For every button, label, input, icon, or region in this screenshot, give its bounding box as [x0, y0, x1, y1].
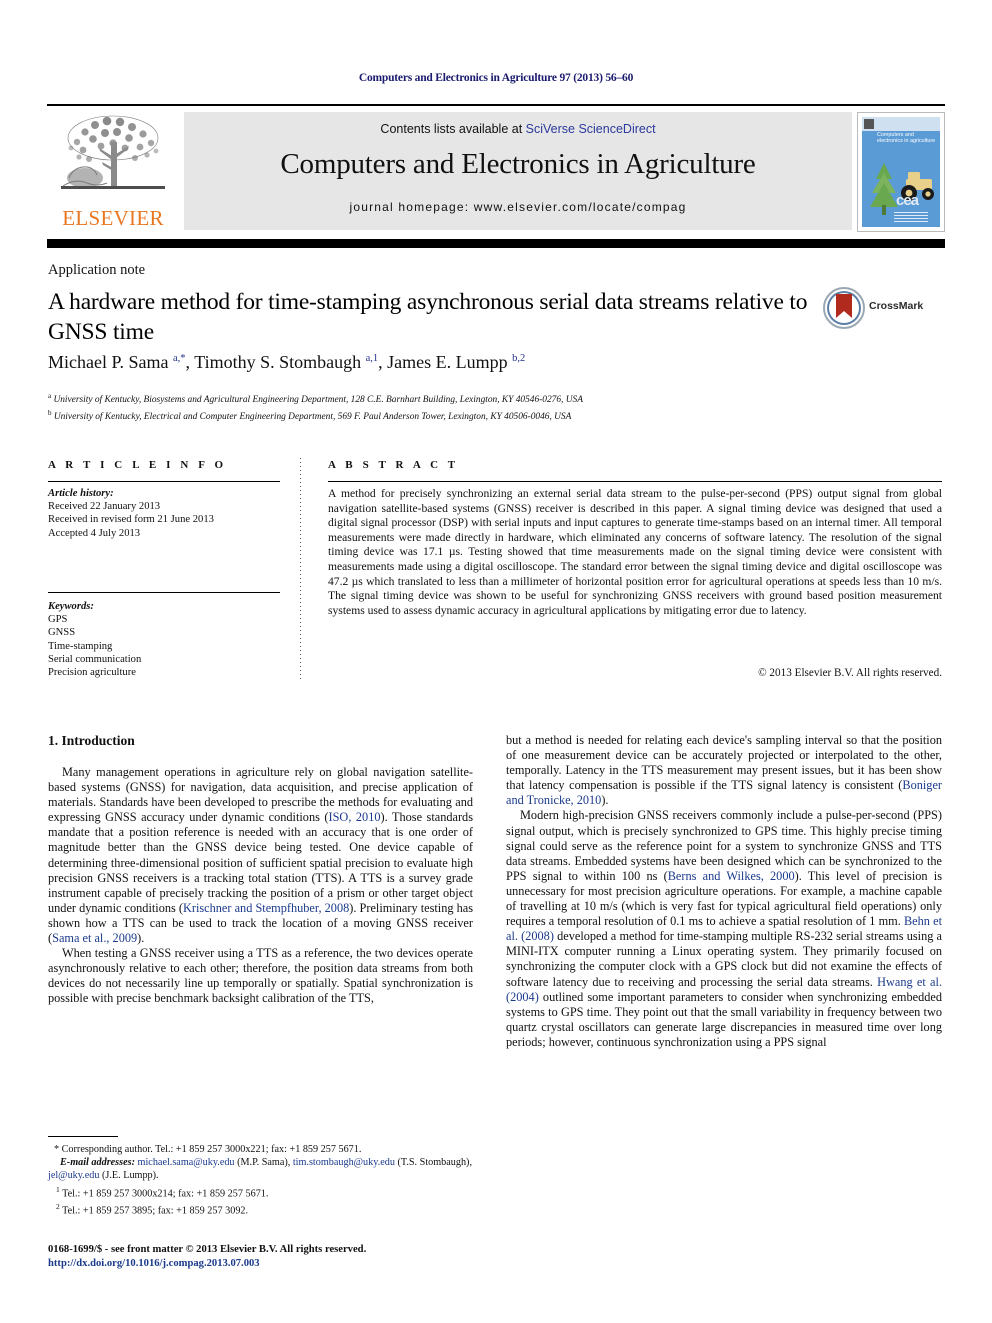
- email-owner-stombaugh: (T.S. Stombaugh): [397, 1157, 470, 1169]
- page-title: A hardware method for time-stamping asyn…: [48, 289, 808, 345]
- section-heading-introduction: 1. Introduction: [48, 733, 135, 748]
- paper-page: Computers and Electronics in Agriculture…: [0, 0, 992, 1323]
- journal-masthead: ELSEVIER Contents lists available at Sci…: [47, 104, 945, 232]
- footnote-note-2-text: Tel.: +1 859 257 3895; fax: +1 859 257 3…: [62, 1205, 249, 1217]
- journal-title: Computers and Electronics in Agriculture: [280, 148, 756, 180]
- footnote-rule: [48, 1136, 118, 1137]
- footnote-corresponding-author: * Corresponding author. Tel.: +1 859 257…: [54, 1144, 362, 1155]
- body-column-left: Many management operations in agricultur…: [48, 765, 473, 1007]
- article-history-label: Article history:: [48, 488, 114, 499]
- keyword-item: Time-stamping: [48, 640, 113, 652]
- author-list: Michael P. Sama a,*, Timothy S. Stombaug…: [48, 352, 526, 372]
- paragraph: Modern high-precision GNSS receivers com…: [506, 808, 942, 1049]
- abstract-heading: A B S T R A C T: [328, 459, 459, 471]
- keyword-item: Precision agriculture: [48, 667, 136, 679]
- footnote-block: * Corresponding author. Tel.: +1 859 257…: [48, 1143, 478, 1218]
- article-history-received: Received 22 January 2013: [48, 501, 161, 513]
- article-info-rule: [48, 481, 280, 482]
- crossmark-label: CrossMark: [869, 300, 924, 312]
- doi-link[interactable]: http://dx.doi.org/10.1016/j.compag.2013.…: [48, 1257, 548, 1271]
- contents-available-line: Contents lists available at SciVerse Sci…: [184, 122, 852, 136]
- abstract-text: A method for precisely synchronizing an …: [328, 487, 942, 617]
- keywords-block: Keywords: GPS GNSS Time-stamping Serial …: [48, 600, 280, 679]
- crossmark-icon[interactable]: [823, 287, 865, 329]
- email-owner-sama: (M.P. Sama): [237, 1157, 288, 1169]
- paragraph: Many management operations in agricultur…: [48, 765, 473, 946]
- affiliation-list: a University of Kentucky, Biosystems and…: [48, 390, 838, 423]
- abstract-copyright: © 2013 Elsevier B.V. All rights reserved…: [758, 667, 942, 679]
- footnote-note-1-text: Tel.: +1 859 257 3000x214; fax: +1 859 2…: [62, 1188, 269, 1199]
- email-link-stombaugh[interactable]: tim.stombaugh@uky.edu: [293, 1157, 395, 1168]
- footnote-marker-2: 2: [56, 1202, 60, 1212]
- masthead-bottom-bar: [47, 239, 945, 248]
- email-link-sama[interactable]: michael.sama@uky.edu: [138, 1157, 235, 1168]
- cover-barcode-lines: [894, 212, 928, 224]
- email-link-lumpp[interactable]: jel@uky.edu: [48, 1170, 99, 1181]
- article-history-revised: Received in revised form 21 June 2013: [48, 514, 214, 526]
- journal-homepage-link[interactable]: journal homepage: www.elsevier.com/locat…: [184, 200, 852, 214]
- email-addresses-label: E-mail addresses:: [60, 1157, 135, 1169]
- masthead-panel: Contents lists available at SciVerse Sci…: [184, 112, 852, 230]
- journal-cover-thumbnail[interactable]: Computers and electronics in agriculture…: [857, 112, 945, 232]
- elsevier-logo: ELSEVIER: [49, 112, 177, 230]
- masthead-top-rule: [47, 104, 945, 106]
- article-history-block: Article history: Received 22 January 201…: [48, 487, 280, 540]
- crossmark-badge-group[interactable]: CrossMark: [823, 287, 931, 331]
- paragraph: but a method is needed for relating each…: [506, 733, 942, 808]
- contents-prefix: Contents lists available at: [380, 122, 526, 136]
- email-owner-lumpp: (J.E. Lumpp): [102, 1170, 157, 1182]
- paragraph: When testing a GNSS receiver using a TTS…: [48, 946, 473, 1006]
- affiliation-a-text: University of Kentucky, Biosystems and A…: [53, 395, 583, 406]
- elsevier-tree-icon: [61, 115, 165, 189]
- cover-illustration-icon: [870, 163, 934, 215]
- footnote-emails: E-mail addresses: michael.sama@uky.edu (…: [48, 1157, 472, 1182]
- issn-copyright-line: 0168-1699/$ - see front matter © 2013 El…: [48, 1244, 367, 1255]
- affiliation-b-text: University of Kentucky, Electrical and C…: [53, 411, 572, 422]
- keywords-label: Keywords:: [48, 601, 94, 612]
- colophon-block: 0168-1699/$ - see front matter © 2013 El…: [48, 1243, 548, 1271]
- article-info-heading: A R T I C L E I N F O: [48, 459, 227, 471]
- footnote-note-2: 2 Tel.: +1 859 257 3895; fax: +1 859 257…: [48, 1200, 478, 1218]
- footnote-marker-1: 1: [56, 1184, 60, 1194]
- footnote-note-1: 1 Tel.: +1 859 257 3000x214; fax: +1 859…: [48, 1183, 478, 1201]
- abstract-rule: [328, 481, 942, 482]
- article-type-label: Application note: [48, 262, 146, 278]
- keyword-item: GNSS: [48, 627, 76, 639]
- body-column-right: but a method is needed for relating each…: [506, 733, 942, 1050]
- keyword-item: GPS: [48, 614, 68, 626]
- sciencedirect-link[interactable]: SciVerse ScienceDirect: [526, 122, 656, 136]
- running-head: Computers and Electronics in Agriculture…: [358, 72, 634, 84]
- keyword-item: Serial communication: [48, 653, 142, 665]
- info-abstract-divider: [300, 458, 301, 680]
- elsevier-wordmark: ELSEVIER: [62, 206, 164, 230]
- journal-cover-art: Computers and electronics in agriculture…: [862, 117, 940, 227]
- affiliation-b: b University of Kentucky, Electrical and…: [48, 408, 572, 422]
- article-history-accepted: Accepted 4 July 2013: [48, 527, 141, 539]
- keywords-rule: [48, 592, 280, 593]
- affiliation-a: a University of Kentucky, Biosystems and…: [48, 392, 583, 406]
- cover-abbrev: cea: [896, 192, 919, 209]
